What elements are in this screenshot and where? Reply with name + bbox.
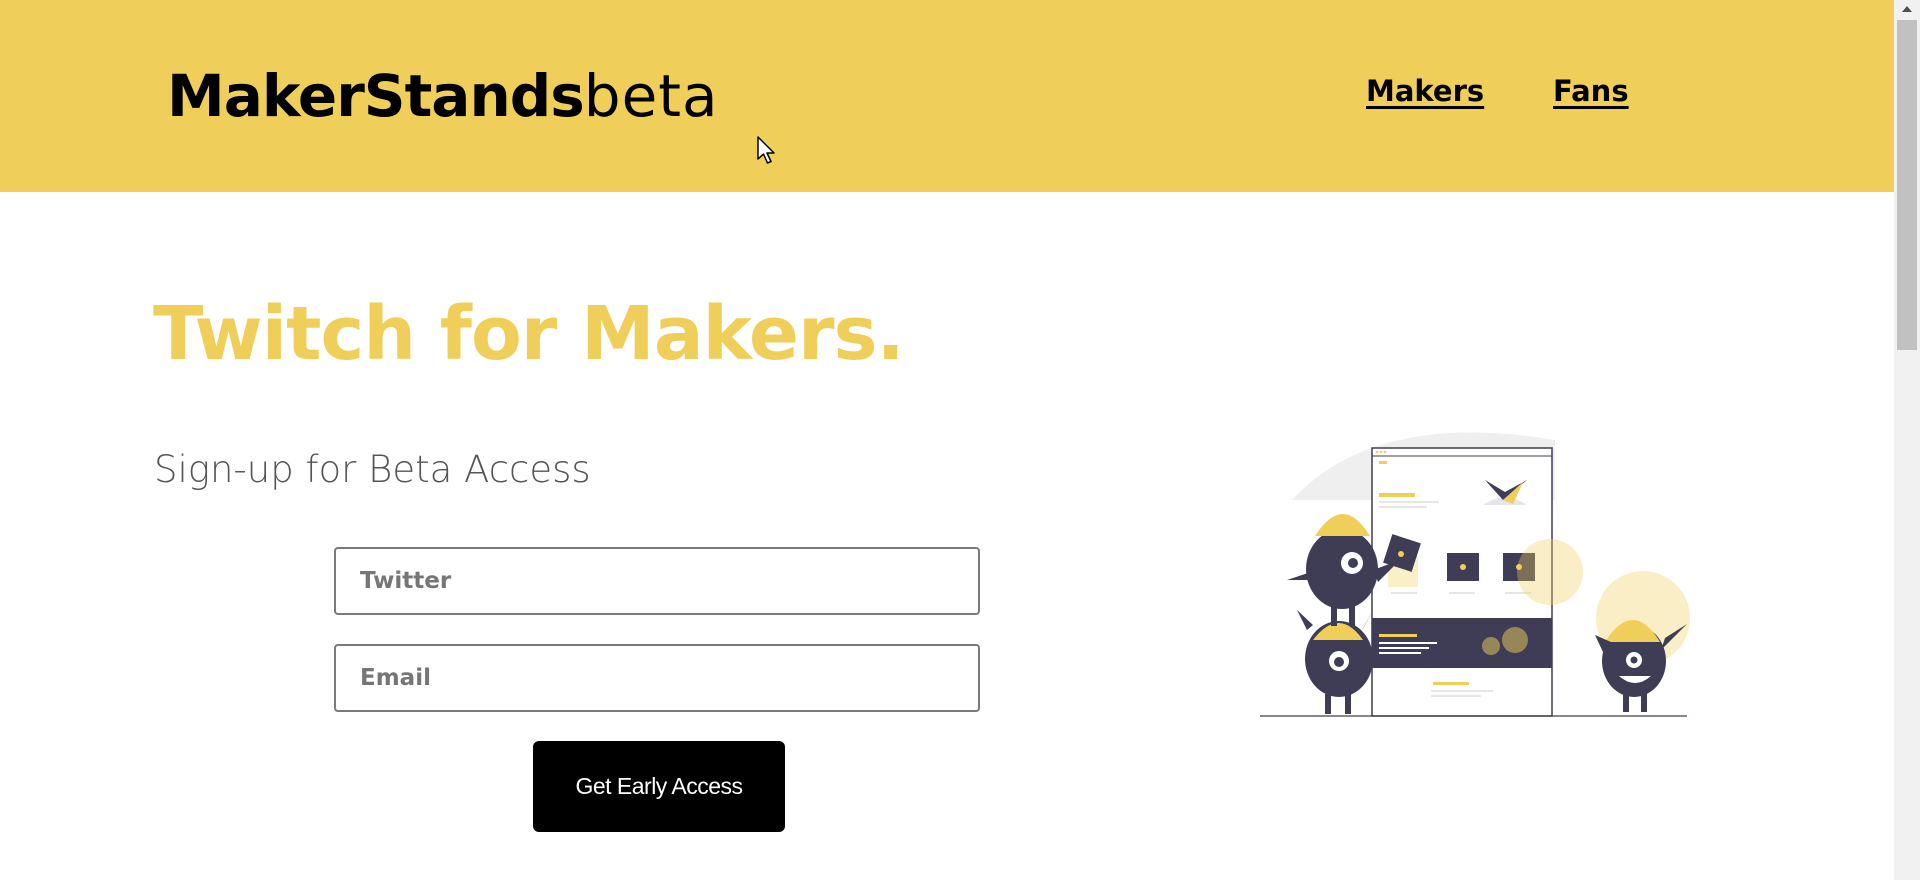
get-early-access-button[interactable]: Get Early Access (533, 741, 785, 832)
mouse-pointer-icon (757, 136, 775, 164)
makers-illustration (1260, 432, 1690, 717)
logo-brand: MakerStands (167, 62, 585, 130)
site-header: MakerStandsbeta Makers Fans (0, 0, 1894, 192)
logo-beta-tag: beta (583, 62, 719, 130)
twitter-input[interactable] (334, 547, 980, 615)
nav-makers-link[interactable]: Makers (1366, 74, 1484, 108)
signup-subheading: Sign-up for Beta Access (154, 448, 591, 491)
page: MakerStandsbeta Makers Fans Twitch for M… (0, 0, 1894, 880)
vertical-scrollbar[interactable] (1894, 0, 1920, 880)
hero-headline: Twitch for Makers. (153, 291, 905, 377)
email-input[interactable] (334, 644, 980, 712)
scroll-up-arrow-icon[interactable] (1894, 0, 1920, 18)
site-logo[interactable]: MakerStandsbeta (167, 58, 719, 134)
nav-fans-link[interactable]: Fans (1553, 74, 1629, 108)
scrollbar-thumb[interactable] (1897, 20, 1917, 350)
